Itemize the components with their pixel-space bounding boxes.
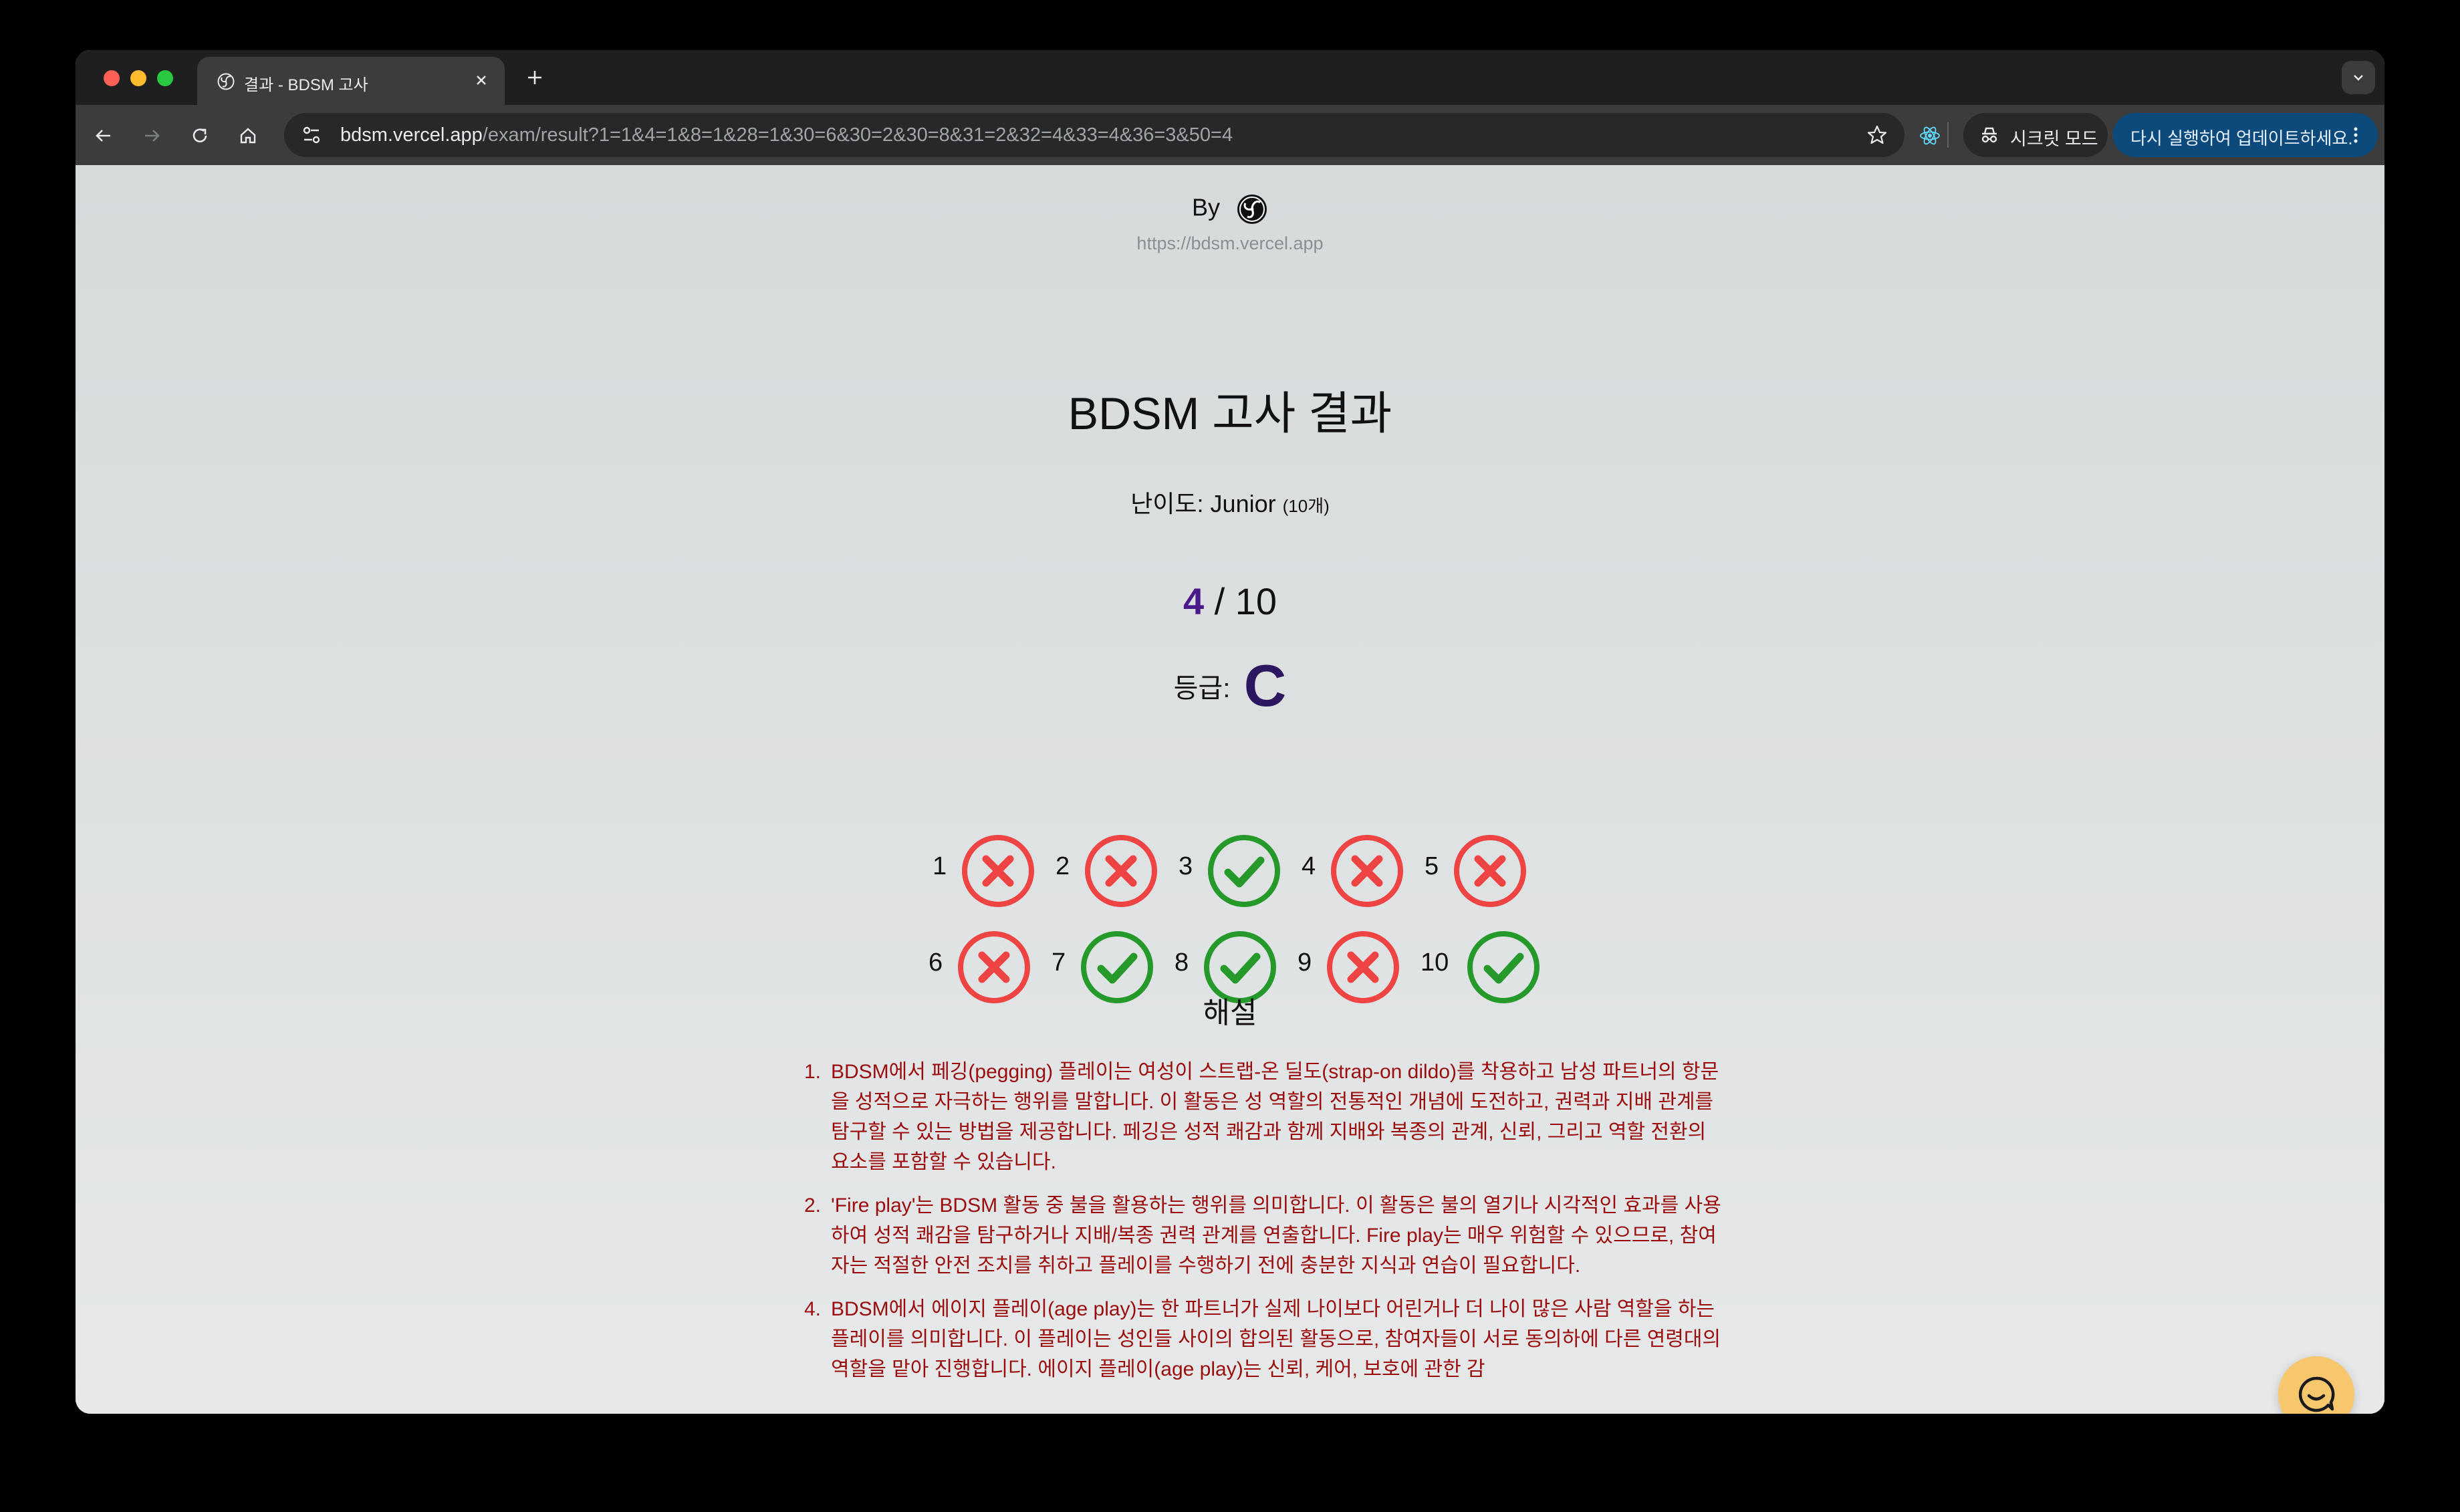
address-bar[interactable]: bdsm.vercel.app/exam/result?1=1&4=1&8=1&… [284,113,1904,157]
url-host: bdsm.vercel.app [340,124,483,146]
chevron-down-icon [2354,75,2363,81]
score-correct: 4 [1183,580,1205,622]
browser-toolbar: bdsm.vercel.app/exam/result?1=1&4=1&8=1&… [76,105,2384,165]
explanation-list: 1. BDSM에서 페깅(pegging) 플레이는 여성이 스트랩-온 딜도(… [804,1057,1727,1398]
more-vertical-icon[interactable] [2343,122,2368,148]
page-content: By https://bdsm.vercel.app BDSM 고사 결과 난이… [76,165,2384,1414]
explanation-item: 2. 'Fire play'는 BDSM 활동 중 불을 활용하는 행위를 의미… [804,1190,1727,1281]
by-label: By [1191,193,1220,221]
tab-strip: 결과 - BDSM 고사 [76,50,2384,105]
wrong-x-icon [1454,835,1526,907]
wrong-x-icon [1085,835,1157,907]
wrong-x-icon [962,835,1034,907]
difficulty-level: 난이도: Junior (10개) [76,485,2384,519]
explanation-text: 'Fire play'는 BDSM 활동 중 불을 활용하는 행위를 의미합니다… [831,1194,1721,1277]
maximize-window-button[interactable] [157,70,173,86]
question-number: 2 [1056,852,1070,880]
tab-title: 결과 - BDSM 고사 [244,76,368,94]
chat-support-button[interactable] [2278,1356,2354,1414]
question-result: 2 [1056,834,1189,908]
explanation-item: 1. BDSM에서 페깅(pegging) 플레이는 여성이 스트랩-온 딜도(… [804,1057,1727,1177]
question-number: 9 [1298,949,1312,977]
home-icon[interactable] [235,122,261,149]
question-number: 1 [933,852,947,880]
question-number: 10 [1421,949,1449,977]
relaunch-update-button[interactable]: 다시 실행하여 업데이트하세요. [2113,113,2378,157]
browser-window: 결과 - BDSM 고사 bdsm.vercel.app/exam/result… [76,50,2384,1414]
explanation-number: 4. [804,1298,822,1320]
react-devtools-extension-icon[interactable] [1917,122,1943,149]
incognito-indicator[interactable]: 시크릿 모드 [1963,113,2108,157]
chat-smile-icon [2298,1376,2335,1412]
site-favicon-icon [217,73,235,90]
minimize-window-button[interactable] [130,70,146,86]
page-title: BDSM 고사 결과 [1068,388,1392,439]
browser-tab[interactable]: 결과 - BDSM 고사 [197,57,505,105]
question-number: 8 [1175,949,1189,977]
grade-value: C [1243,652,1287,719]
grade: 등급: C [76,652,2384,720]
site-settings-icon[interactable] [299,122,324,148]
close-tab-icon[interactable] [470,69,493,92]
question-number: 6 [929,949,943,977]
question-number: 4 [1302,852,1316,880]
reload-icon[interactable] [187,122,213,149]
grade-label: 등급: [1173,674,1231,703]
url-path: /exam/result?1=1&4=1&8=1&28=1&30=6&30=2&… [482,124,1233,146]
explanation-number: 2. [804,1194,822,1217]
author-logo-icon[interactable] [1236,193,1268,225]
question-number: 3 [1179,852,1193,880]
question-number: 7 [1052,949,1066,977]
forward-arrow-icon[interactable] [138,122,165,149]
update-label: 다시 실행하여 업데이트하세요. [2130,128,2353,148]
tab-search-button[interactable] [2342,61,2375,94]
new-tab-icon[interactable] [523,66,546,89]
explanation-number: 1. [804,1061,822,1083]
back-arrow-icon[interactable] [90,122,117,149]
close-window-button[interactable] [104,70,120,86]
incognito-icon [1981,127,1997,143]
question-number: 5 [1425,852,1439,880]
site-url-link[interactable]: https://bdsm.vercel.app [76,233,2384,254]
url-text: bdsm.vercel.app/exam/result?1=1&4=1&8=1&… [340,124,1233,146]
explanation-text: BDSM에서 페깅(pegging) 플레이는 여성이 스트랩-온 딜도(str… [831,1061,1719,1173]
score: 4 / 10 [76,580,2384,623]
explanation-heading: 해설 [1203,997,1257,1029]
level-count: (10개) [1282,496,1330,516]
explanation-item: 4. BDSM에서 에이지 플레이(age play)는 한 파트너가 실제 나… [804,1294,1727,1384]
toolbar-separator [1947,122,1949,148]
wrong-x-icon [1331,835,1403,907]
question-result: 3 [1179,834,1312,908]
score-total: / 10 [1214,580,1277,622]
correct-check-icon [1208,835,1280,907]
incognito-label: 시크릿 모드 [2010,129,2098,149]
question-result: 4 [1302,834,1435,908]
level-label: 난이도: Junior [1130,490,1276,517]
bookmark-star-icon[interactable] [1864,122,1890,148]
byline: By [76,193,2384,225]
explanation-text: BDSM에서 에이지 플레이(age play)는 한 파트너가 실제 나이보다… [831,1298,1721,1380]
question-result: 5 [1425,834,1558,908]
